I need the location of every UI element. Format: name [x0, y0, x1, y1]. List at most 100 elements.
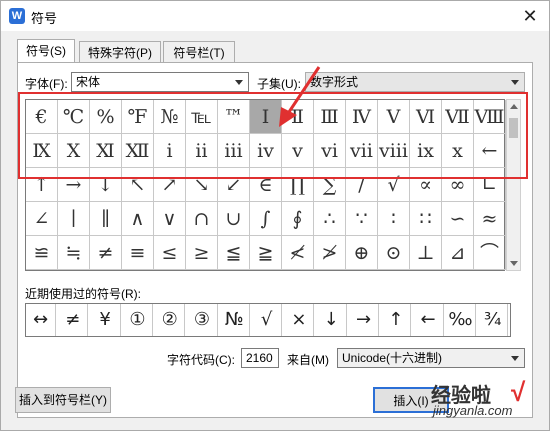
- scroll-thumb[interactable]: [509, 118, 518, 138]
- symbol-cell[interactable]: ⅲ: [218, 134, 250, 168]
- symbol-cell[interactable]: ⌒: [474, 236, 506, 270]
- symbol-cell[interactable]: ≈: [474, 202, 506, 236]
- symbol-cell[interactable]: Ⅶ: [442, 100, 474, 134]
- symbol-cell[interactable]: ⅴ: [282, 134, 314, 168]
- symbol-cell[interactable]: ≮: [282, 236, 314, 270]
- symbol-cell[interactable]: ⊙: [378, 236, 410, 270]
- symbol-cell[interactable]: ⅶ: [346, 134, 378, 168]
- symbol-cell[interactable]: ↓: [90, 168, 122, 202]
- symbol-cell[interactable]: ⅵ: [314, 134, 346, 168]
- subset-select[interactable]: 数字形式: [305, 72, 525, 92]
- symbol-cell[interactable]: Ⅴ: [378, 100, 410, 134]
- recent-symbol-cell[interactable]: ←: [414, 304, 444, 336]
- font-select[interactable]: 宋体: [71, 72, 249, 92]
- symbol-cell[interactable]: ∣: [58, 202, 90, 236]
- recent-symbol-cell[interactable]: №: [220, 304, 250, 336]
- symbol-cell[interactable]: ∨: [154, 202, 186, 236]
- tab-special-chars[interactable]: 特殊字符(P): [79, 41, 161, 63]
- recent-symbol-cell[interactable]: ¥: [91, 304, 121, 336]
- symbol-cell[interactable]: ⅰ: [154, 134, 186, 168]
- recent-symbol-cell[interactable]: ≠: [58, 304, 89, 336]
- symbol-cell[interactable]: ↘: [186, 168, 218, 202]
- symbol-cell[interactable]: ∩: [186, 202, 218, 236]
- symbol-cell[interactable]: ↖: [122, 168, 154, 202]
- tab-symbol-bar[interactable]: 符号栏(T): [163, 41, 235, 63]
- symbol-cell[interactable]: ⅱ: [186, 134, 218, 168]
- recent-symbol-cell[interactable]: ‰: [446, 304, 476, 336]
- close-icon[interactable]: ✕: [519, 5, 541, 27]
- symbol-cell[interactable]: €: [26, 100, 58, 134]
- symbol-cell[interactable]: ↗: [154, 168, 186, 202]
- symbol-cell[interactable]: ∝: [410, 168, 442, 202]
- symbol-cell[interactable]: ≌: [26, 236, 58, 270]
- symbol-grid-scrollbar[interactable]: [506, 99, 521, 271]
- symbol-cell[interactable]: ℡: [186, 100, 218, 134]
- symbol-cell[interactable]: Ⅻ: [122, 134, 154, 168]
- symbol-cell[interactable]: ←: [474, 134, 506, 168]
- recent-symbol-cell[interactable]: √: [252, 304, 283, 336]
- symbol-cell[interactable]: Ⅷ: [474, 100, 506, 134]
- symbol-cell[interactable]: №: [154, 100, 186, 134]
- symbol-cell[interactable]: ↙: [218, 168, 250, 202]
- symbol-cell[interactable]: →: [58, 168, 90, 202]
- symbol-cell[interactable]: ⊿: [442, 236, 474, 270]
- recent-symbol-cell[interactable]: ¾: [478, 304, 509, 336]
- symbol-cell[interactable]: Ⅳ: [346, 100, 378, 134]
- symbol-cell[interactable]: Ⅹ: [58, 134, 90, 168]
- scroll-up-icon[interactable]: [510, 104, 518, 109]
- recent-symbol-cell[interactable]: ↑: [381, 304, 412, 336]
- symbol-cell[interactable]: ∽: [442, 202, 474, 236]
- symbol-cell[interactable]: ∧: [122, 202, 154, 236]
- symbol-cell[interactable]: ≤: [154, 236, 186, 270]
- scroll-down-icon[interactable]: [510, 261, 518, 266]
- symbol-cell[interactable]: ∠: [26, 202, 58, 236]
- symbol-cell[interactable]: ≥: [186, 236, 218, 270]
- symbol-cell[interactable]: ∏: [282, 168, 314, 202]
- char-code-input[interactable]: 2160: [241, 348, 279, 368]
- symbol-cell[interactable]: √: [378, 168, 410, 202]
- symbol-cell[interactable]: ∪: [218, 202, 250, 236]
- recent-symbol-cell[interactable]: ②: [155, 304, 186, 336]
- symbol-cell[interactable]: ⅹ: [442, 134, 474, 168]
- symbol-cell[interactable]: ∷: [410, 202, 442, 236]
- symbol-cell[interactable]: ™: [218, 100, 250, 134]
- symbol-cell[interactable]: ≠: [90, 236, 122, 270]
- symbol-cell[interactable]: ⅷ: [378, 134, 410, 168]
- symbol-cell[interactable]: ∮: [282, 202, 314, 236]
- symbol-cell[interactable]: ≦: [218, 236, 250, 270]
- recent-symbol-cell[interactable]: ①: [123, 304, 153, 336]
- symbol-cell[interactable]: ⅸ: [410, 134, 442, 168]
- recent-symbol-cell[interactable]: ×: [284, 304, 315, 336]
- symbol-cell[interactable]: ∵: [346, 202, 378, 236]
- tab-symbols[interactable]: 符号(S): [17, 39, 75, 63]
- symbol-cell[interactable]: ∶: [378, 202, 410, 236]
- encoding-select[interactable]: Unicode(十六进制): [337, 348, 525, 368]
- symbol-cell[interactable]: ⊕: [346, 236, 378, 270]
- symbol-cell[interactable]: ∴: [314, 202, 346, 236]
- symbol-cell[interactable]: ≡: [122, 236, 154, 270]
- recent-symbol-cell[interactable]: ↔: [26, 304, 56, 336]
- symbol-cell[interactable]: ≯: [314, 236, 346, 270]
- symbol-cell[interactable]: ∕: [346, 168, 378, 202]
- symbol-cell[interactable]: ∥: [90, 202, 122, 236]
- recent-symbol-cell[interactable]: ↓: [317, 304, 347, 336]
- symbol-cell[interactable]: ≒: [58, 236, 90, 270]
- symbol-cell[interactable]: ∑: [314, 168, 346, 202]
- symbol-cell[interactable]: ℃: [58, 100, 90, 134]
- symbol-cell[interactable]: ⊥: [410, 236, 442, 270]
- recent-symbol-cell[interactable]: ③: [188, 304, 218, 336]
- symbol-cell[interactable]: ∫: [250, 202, 282, 236]
- symbol-cell[interactable]: Ⅺ: [90, 134, 122, 168]
- symbol-cell[interactable]: Ⅸ: [26, 134, 58, 168]
- symbol-cell[interactable]: %: [90, 100, 122, 134]
- symbol-cell[interactable]: ⅳ: [250, 134, 282, 168]
- symbol-cell[interactable]: ↑: [26, 168, 58, 202]
- insert-to-symbol-bar-button[interactable]: 插入到符号栏(Y): [15, 387, 111, 413]
- recent-symbol-cell[interactable]: →: [349, 304, 379, 336]
- symbol-cell[interactable]: ∈: [250, 168, 282, 202]
- symbol-cell[interactable]: ∞: [442, 168, 474, 202]
- symbol-cell[interactable]: ≧: [250, 236, 282, 270]
- symbol-cell[interactable]: Ⅵ: [410, 100, 442, 134]
- symbol-cell[interactable]: ∟: [474, 168, 506, 202]
- symbol-cell[interactable]: ℉: [122, 100, 154, 134]
